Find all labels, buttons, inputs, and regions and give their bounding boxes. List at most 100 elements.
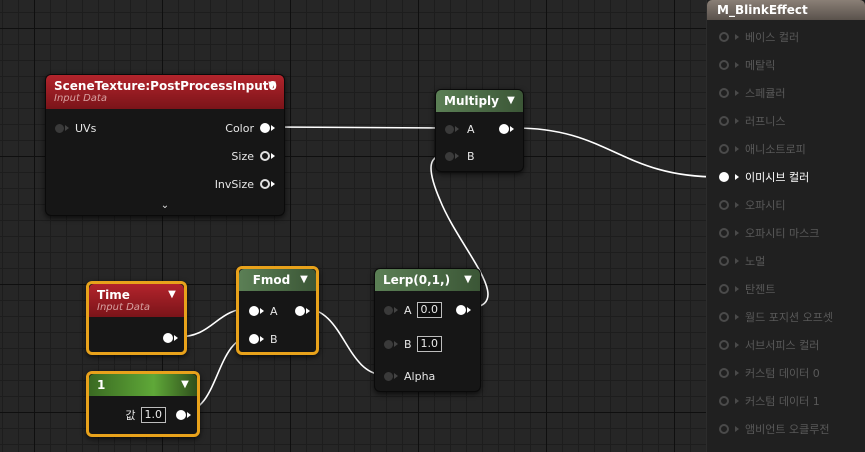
output-pin-icon[interactable] [456, 305, 466, 315]
input-pin-icon[interactable] [55, 123, 64, 133]
input-pin-icon[interactable] [384, 305, 393, 315]
expand-chevron-icon[interactable]: ⌄ [161, 200, 169, 211]
material-pin-row[interactable]: 커스텀 데이터 1 [719, 393, 820, 409]
output-pin-icon[interactable] [260, 179, 270, 189]
pin-arrow-icon [271, 125, 275, 131]
input-pin-icon[interactable] [719, 396, 729, 406]
material-result-node[interactable]: M_BlinkEffect 베이스 컬러 메탈릭 스페큘러 러프니스 애니소트로피 이미시… [706, 0, 865, 452]
pin-invsize[interactable]: InvSize [215, 177, 275, 191]
material-pin-row[interactable]: 오파시티 [719, 197, 785, 213]
input-pin-icon[interactable] [249, 306, 259, 316]
pin-arrow-icon [735, 230, 739, 236]
pin-arrow-icon [735, 398, 739, 404]
chevron-down-icon[interactable]: ▼ [166, 289, 178, 301]
output-pin-icon[interactable] [295, 306, 305, 316]
material-pin-label: 베이스 컬러 [745, 31, 800, 44]
pin-uvs[interactable]: UVs [55, 121, 96, 135]
pin-arrow-icon [467, 307, 471, 313]
scene-texture-node-header[interactable]: SceneTexture:PostProcessInput0 Input Dat… [46, 75, 284, 109]
input-pin-icon[interactable] [719, 172, 729, 182]
pin-multiply-a[interactable]: A [445, 122, 475, 136]
output-pin-icon[interactable] [260, 123, 270, 133]
input-pin-icon[interactable] [719, 200, 729, 210]
output-pin-icon[interactable] [163, 333, 173, 343]
input-pin-icon[interactable] [719, 256, 729, 266]
pin-arrow-icon [174, 335, 178, 341]
material-pin-row[interactable]: 월드 포지션 오프셋 [719, 309, 833, 325]
material-pin-row[interactable]: 러프니스 [719, 113, 785, 129]
pin-constant-value[interactable]: 값 1.0 [125, 407, 191, 423]
input-pin-icon[interactable] [719, 312, 729, 322]
lerp-a-value-field[interactable]: 0.0 [416, 302, 443, 318]
input-pin-icon[interactable] [719, 228, 729, 238]
input-pin-icon[interactable] [384, 339, 393, 349]
input-pin-icon[interactable] [719, 340, 729, 350]
constant-node-title: 1 [97, 378, 106, 392]
chevron-down-icon[interactable]: ▼ [266, 80, 278, 92]
input-pin-icon[interactable] [719, 88, 729, 98]
material-pin-row[interactable]: 앰비언트 오클루전 [719, 421, 829, 437]
pin-fmod-a[interactable]: A [249, 304, 278, 318]
time-node-subtitle: Input Data [97, 302, 150, 313]
multiply-node-header[interactable]: Multiply ▼ [436, 90, 523, 112]
input-pin-icon[interactable] [249, 334, 259, 344]
time-node[interactable]: Time Input Data ▼ [86, 281, 187, 355]
material-pin-label: 이미시브 컬러 [745, 171, 810, 184]
material-pin-row[interactable]: 오파시티 마스크 [719, 225, 819, 241]
pin-lerp-a[interactable]: A 0.0 [384, 302, 443, 318]
material-pin-row[interactable]: 탄젠트 [719, 281, 775, 297]
scene-texture-node[interactable]: SceneTexture:PostProcessInput0 Input Dat… [45, 74, 285, 216]
input-pin-icon[interactable] [719, 424, 729, 434]
pin-time-out[interactable] [163, 331, 178, 345]
chevron-down-icon[interactable]: ▼ [298, 274, 310, 286]
chevron-down-icon[interactable]: ▼ [505, 95, 517, 107]
pin-arrow-icon [510, 126, 514, 132]
pin-color[interactable]: Color [225, 121, 275, 135]
pin-size[interactable]: Size [231, 149, 275, 163]
input-pin-icon[interactable] [719, 368, 729, 378]
output-pin-icon[interactable] [499, 124, 509, 134]
lerp-node[interactable]: Lerp(0,1,) ▼ A 0.0 B 1.0 Alpha [374, 268, 481, 392]
material-pin-label: 스페큘러 [745, 87, 786, 100]
pin-lerp-alpha[interactable]: Alpha [384, 369, 435, 383]
multiply-node[interactable]: Multiply ▼ A B [435, 89, 524, 172]
input-pin-icon[interactable] [384, 371, 393, 381]
material-pin-row[interactable]: 스페큘러 [719, 85, 785, 101]
material-pin-row[interactable]: 이미시브 컬러 [719, 169, 809, 185]
lerp-node-header[interactable]: Lerp(0,1,) ▼ [375, 269, 480, 291]
output-pin-icon[interactable] [176, 410, 186, 420]
pin-lerp-b[interactable]: B 1.0 [384, 336, 443, 352]
output-pin-icon[interactable] [260, 151, 270, 161]
material-pin-row[interactable]: 메탈릭 [719, 57, 775, 73]
pin-arrow-icon [735, 342, 739, 348]
constant-value-field[interactable]: 1.0 [140, 407, 166, 423]
input-pin-icon[interactable] [719, 144, 729, 154]
chevron-down-icon[interactable]: ▼ [462, 274, 474, 286]
wire-color-to-multiply-a [271, 126, 447, 129]
material-pin-row[interactable]: 서브서피스 컬러 [719, 337, 819, 353]
input-pin-icon[interactable] [719, 60, 729, 70]
constant-node[interactable]: 1 ▼ 값 1.0 [86, 371, 200, 437]
input-pin-icon[interactable] [719, 116, 729, 126]
constant-node-header[interactable]: 1 ▼ [89, 374, 197, 396]
input-pin-icon[interactable] [445, 151, 454, 161]
material-pin-row[interactable]: 베이스 컬러 [719, 29, 799, 45]
chevron-down-icon[interactable]: ▼ [179, 379, 191, 391]
input-pin-icon[interactable] [445, 124, 454, 134]
material-pin-row[interactable]: 노멀 [719, 253, 765, 269]
pin-multiply-out[interactable] [499, 122, 514, 136]
fmod-node[interactable]: Fmod ▼ A B [236, 266, 319, 355]
input-pin-icon[interactable] [719, 284, 729, 294]
pin-fmod-out[interactable] [295, 304, 310, 318]
lerp-b-value-field[interactable]: 1.0 [416, 336, 443, 352]
time-node-header[interactable]: Time Input Data ▼ [89, 284, 184, 317]
pin-fmod-b[interactable]: B [249, 332, 278, 346]
pin-arrow-icon [735, 370, 739, 376]
material-pin-row[interactable]: 커스텀 데이터 0 [719, 365, 820, 381]
input-pin-icon[interactable] [719, 32, 729, 42]
pin-arrow-icon [65, 125, 69, 131]
material-pin-row[interactable]: 애니소트로피 [719, 141, 806, 157]
pin-multiply-b[interactable]: B [445, 149, 475, 163]
fmod-node-header[interactable]: Fmod ▼ [239, 269, 316, 291]
pin-lerp-out[interactable] [456, 303, 471, 317]
